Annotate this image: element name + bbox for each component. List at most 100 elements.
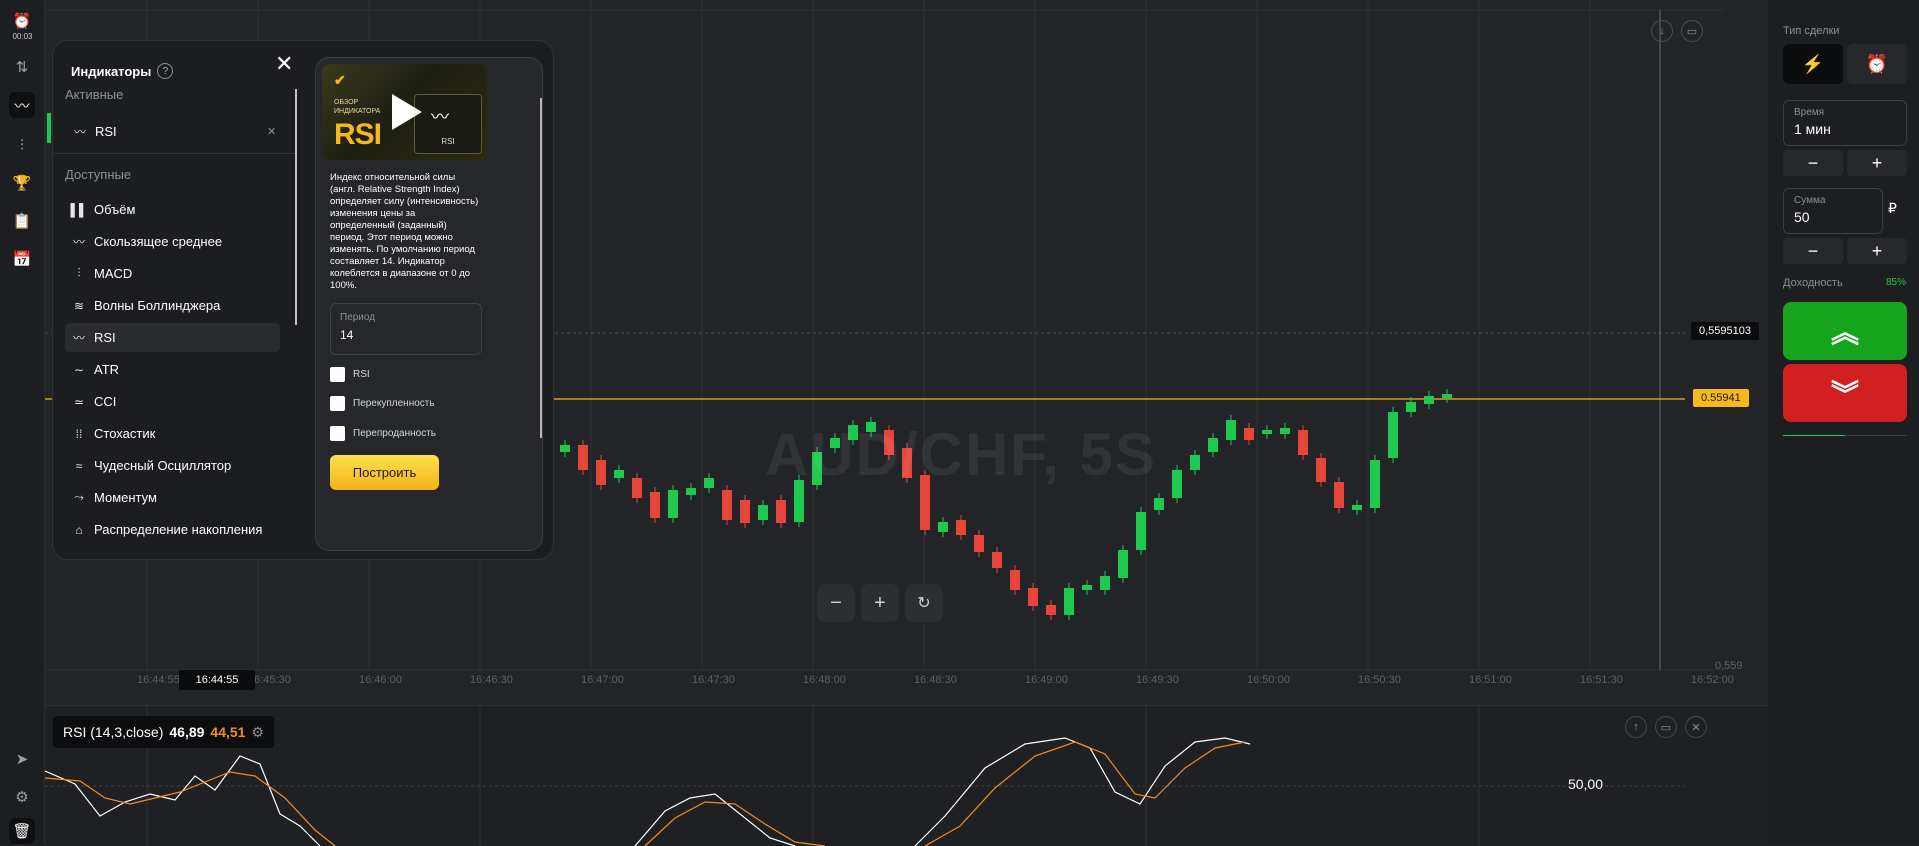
checkbox-overbought[interactable]: Перекупленность — [330, 396, 435, 411]
sum-plus-button[interactable]: + — [1847, 238, 1907, 264]
trophy-icon[interactable]: 🏆 — [9, 170, 35, 196]
indicator-item-momentum[interactable]: ⤳ Моментум — [65, 483, 280, 512]
video-preview[interactable]: ✔ ОБЗОР ИНДИКАТОРА RSI 〰 RSI — [322, 64, 487, 160]
trash-icon[interactable]: 🗑 — [9, 818, 35, 844]
gear-icon[interactable]: ⚙ — [9, 784, 35, 810]
rsi-value-signal: 44,51 — [210, 724, 246, 740]
reset-zoom-button[interactable]: ↻ — [905, 584, 943, 622]
axis-price-low: 0,559 — [1715, 660, 1743, 672]
time-field[interactable]: Время 1 мин — [1783, 100, 1907, 146]
list-scrollbar[interactable] — [295, 89, 297, 325]
close-icon[interactable]: ✕ — [275, 51, 293, 77]
trend-icon: ∼ — [73, 362, 85, 377]
checkbox[interactable] — [330, 426, 345, 441]
time-minus-button[interactable]: − — [1783, 150, 1843, 176]
sum-field-label: Сумма — [1794, 195, 1826, 206]
rsi-legend-name: RSI (14,3,close) — [63, 724, 164, 740]
timer-label: 00:03 — [12, 32, 33, 41]
close-icon[interactable]: ✕ — [1685, 716, 1707, 738]
zoom-out-button[interactable]: − — [817, 584, 855, 622]
video-title: RSI — [334, 118, 382, 151]
trade-panel: Тип сделки ⚡ ⏰ Время 1 мин − + Сумма 50 … — [1768, 0, 1919, 845]
sliders-icon[interactable]: ⫶ — [9, 132, 35, 158]
indicator-item-volume[interactable]: ▌▌ Объём — [65, 195, 280, 224]
buy-up-button[interactable]: ︽ — [1783, 302, 1907, 360]
gear-icon[interactable]: ⚙ — [251, 724, 264, 741]
checkbox[interactable] — [330, 396, 345, 411]
telegram-icon[interactable]: ➤ — [9, 746, 35, 772]
indicator-item-atr[interactable]: ∼ ATR — [65, 355, 280, 384]
indicator-item-rsi[interactable]: 〰 RSI — [65, 323, 280, 352]
rsi-legend[interactable]: RSI (14,3,close) 46,89 44,51 ⚙ — [53, 716, 275, 748]
indicator-item-stochastic[interactable]: ⁞⁞ Стохастик — [65, 419, 280, 448]
time-axis-label: 16:46:00 — [359, 674, 402, 686]
clipboard-icon[interactable]: 📋 — [9, 208, 35, 234]
oscillator-icon: ≈ — [75, 458, 83, 473]
play-icon[interactable] — [392, 94, 422, 130]
sell-down-button[interactable]: ︾ — [1783, 364, 1907, 422]
active-section-label: Активные — [65, 87, 124, 102]
lightning-icon[interactable]: ⚡ — [1783, 44, 1843, 84]
fullscreen-icon[interactable]: ▭ — [1681, 20, 1703, 42]
alarm-clock-icon[interactable]: ⏰ — [1847, 44, 1907, 84]
checkbox[interactable] — [330, 367, 345, 382]
candles-icon[interactable]: ⇅ — [9, 54, 35, 80]
indicator-item-moving-average[interactable]: 〰 Скользящее среднее — [65, 227, 280, 256]
help-icon[interactable]: ? — [157, 63, 174, 79]
divider — [53, 153, 295, 154]
progress-track — [1783, 435, 1907, 436]
active-indicator-label: RSI — [95, 123, 117, 139]
indicator-item-awesome-oscillator[interactable]: ≈ Чудесный Осциллятор — [65, 451, 280, 480]
rsi-panel: RSI (14,3,close) 46,89 44,51 ⚙ ↑ ▭ ✕ 50,… — [45, 705, 1768, 846]
crosshair-price-label: 0,5595103 — [1691, 322, 1759, 340]
sum-field-value: 50 — [1794, 209, 1810, 225]
trade-type-label: Тип сделки — [1783, 25, 1840, 37]
build-button[interactable]: Построить — [330, 455, 439, 490]
indicator-item-bollinger[interactable]: ≋ Волны Боллинджера — [65, 291, 280, 320]
momentum-icon: ⤳ — [74, 490, 84, 504]
histogram-icon: ⫶ — [77, 266, 81, 280]
checkbox-oversold[interactable]: Перепроданность — [330, 426, 436, 441]
sum-field[interactable]: Сумма 50 — [1783, 188, 1883, 234]
time-axis-label: 16:49:30 — [1136, 674, 1179, 686]
checkbox-rsi[interactable]: RSI — [330, 367, 370, 382]
available-section-label: Доступные — [65, 167, 132, 182]
indicators-icon[interactable]: 〰 — [9, 92, 35, 118]
rsi-icon: 〰 — [73, 124, 86, 139]
time-plus-button[interactable]: + — [1847, 150, 1907, 176]
period-field[interactable]: Период 14 — [330, 303, 482, 355]
detail-scrollbar[interactable] — [540, 98, 542, 438]
fullscreen-icon[interactable]: ▭ — [1655, 716, 1677, 738]
move-up-icon[interactable]: ↑ — [1625, 716, 1647, 738]
time-axis-label: 16:47:30 — [692, 674, 735, 686]
brand-logo-icon: ✔ — [334, 72, 346, 88]
sum-minus-button[interactable]: − — [1783, 238, 1843, 264]
wave-icon: 〰 — [72, 235, 85, 249]
bars-icon: ▌▌ — [70, 202, 88, 217]
cci-icon: ≃ — [73, 394, 85, 409]
period-label: Период — [340, 312, 376, 323]
time-axis-label: 16:46:30 — [470, 674, 513, 686]
download-icon[interactable]: ↓ — [1651, 20, 1673, 42]
yield-value: 85% — [1886, 277, 1907, 288]
modal-title-row: Индикаторы ? — [71, 63, 174, 79]
indicator-item-cci[interactable]: ≃ CCI — [65, 387, 280, 416]
time-axis-label: 16:50:30 — [1358, 674, 1401, 686]
rsi-level-label: 50,00 — [1567, 776, 1603, 792]
time-axis-label: 16:44:55 — [137, 674, 180, 686]
alarm-clock-icon[interactable]: ⏰ — [9, 8, 35, 34]
period-value: 14 — [340, 328, 354, 342]
indicator-detail-panel: ✔ ОБЗОР ИНДИКАТОРА RSI 〰 RSI Индекс отно… — [315, 57, 543, 551]
indicator-item-macd[interactable]: ⫶ MACD — [65, 259, 280, 288]
time-axis-label: 16:51:30 — [1580, 674, 1623, 686]
remove-icon[interactable]: ✕ — [267, 125, 276, 138]
active-indicator-bar — [47, 113, 51, 143]
zoom-in-button[interactable]: + — [861, 584, 899, 622]
yield-label: Доходность — [1783, 277, 1843, 289]
stochastic-icon: ⁞⁞ — [75, 426, 83, 441]
time-axis-label: 16:47:00 — [581, 674, 624, 686]
indicator-item-accumulation[interactable]: ⌂ Распределение накопления — [65, 515, 280, 544]
active-indicator-rsi[interactable]: 〰 RSI ✕ — [53, 115, 293, 147]
calendar-icon[interactable]: 📅 — [9, 246, 35, 272]
video-caption: ОБЗОР ИНДИКАТОРА — [334, 99, 381, 115]
